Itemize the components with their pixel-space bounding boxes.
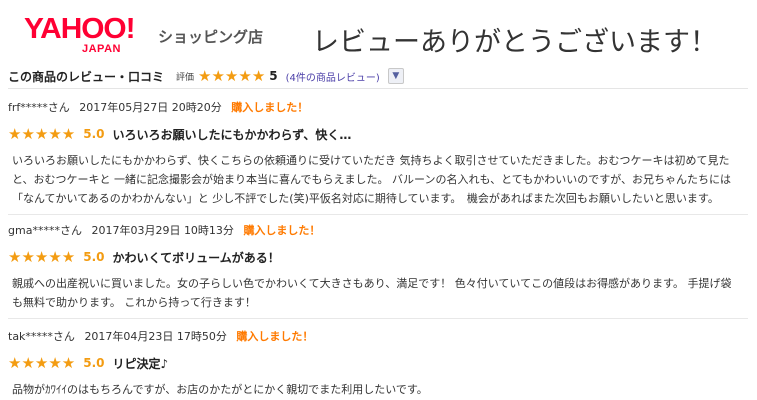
review-title[interactable]: かわいくてボリュームがある！	[113, 249, 280, 266]
chevron-down-icon[interactable]: ▼	[387, 68, 404, 84]
review-title[interactable]: いろいろお願いしたにもかかわらず、快く…	[113, 126, 352, 143]
purchased-badge: 購入しました！	[236, 330, 314, 343]
review-score: 5.0	[83, 250, 105, 264]
summary-score: 5	[269, 69, 278, 83]
review-title-row: ★★★★★ 5.0 いろいろお願いしたにもかかわらず、快く…	[8, 124, 748, 144]
star-rating: ★★★★★	[8, 354, 76, 372]
review-meta: gma*****さん 2017年03月29日 10時13分 購入しました！	[8, 222, 748, 240]
review-body: 品物がｶﾜｲｲのはもちろんですが、お店のかたがとにかく親切でまた利用したいです。	[12, 383, 428, 396]
review-score: 5.0	[83, 127, 105, 141]
review-summary-bar: この商品のレビュー・口コミ 評価 ★★★★★ 5 (4件の商品レビュー) ▼	[8, 64, 748, 89]
review-item: frf*****さん 2017年05月27日 20時20分 購入しました！ ★★…	[8, 99, 748, 208]
review-item: gma*****さん 2017年03月29日 10時13分 購入しました！ ★★…	[8, 222, 748, 312]
reviewer-name[interactable]: frf*****さん	[8, 101, 70, 114]
star-rating: ★★★★★	[8, 125, 76, 143]
review-divider	[8, 318, 748, 319]
logo-subtext: JAPAN	[82, 43, 121, 55]
review-datetime: 2017年04月23日 17時50分	[84, 330, 227, 343]
star-rating: ★★★★★	[8, 248, 76, 266]
review-datetime: 2017年03月29日 10時13分	[91, 224, 234, 237]
summary-star-rating: ★★★★★	[198, 67, 266, 85]
review-body: いろいろお願いしたにもかかわらず、快くこちらの依頼通りに受けていただき 気持ちよ…	[12, 154, 732, 205]
review-count-link[interactable]: (4件の商品レビュー)	[286, 69, 380, 84]
yahoo-japan-logo[interactable]: YAHOO! JAPAN	[24, 14, 159, 62]
review-score: 5.0	[83, 356, 105, 370]
thanks-heading: レビューありがとうございます！	[312, 27, 717, 58]
review-title-row: ★★★★★ 5.0 かわいくてボリュームがある！	[8, 247, 748, 267]
purchased-badge: 購入しました！	[243, 224, 321, 237]
review-divider	[8, 214, 748, 215]
logo-wordmark: YAHOO!	[24, 13, 136, 45]
review-meta: tak*****さん 2017年04月23日 17時50分 購入しました！	[8, 328, 748, 346]
review-meta: frf*****さん 2017年05月27日 20時20分 購入しました！	[8, 99, 748, 117]
header: YAHOO! JAPAN ショッピング店 レビューありがとうございます！	[0, 0, 757, 62]
reviewer-name[interactable]: gma*****さん	[8, 224, 82, 237]
review-title-row: ★★★★★ 5.0 リピ決定♪	[8, 353, 748, 373]
reviewer-name[interactable]: tak*****さん	[8, 330, 75, 343]
purchased-badge: 購入しました！	[231, 101, 309, 114]
rating-label: 評価	[176, 72, 195, 83]
shop-label: ショッピング店	[158, 28, 264, 46]
summary-title: この商品のレビュー・口コミ	[8, 69, 165, 84]
review-title[interactable]: リピ決定♪	[113, 355, 169, 372]
review-item: tak*****さん 2017年04月23日 17時50分 購入しました！ ★★…	[8, 328, 748, 399]
review-body: 親戚への出産祝いに買いました。女の子らしい色でかわいくて大きさもあり、満足です！…	[12, 277, 732, 309]
review-datetime: 2017年05月27日 20時20分	[79, 101, 222, 114]
